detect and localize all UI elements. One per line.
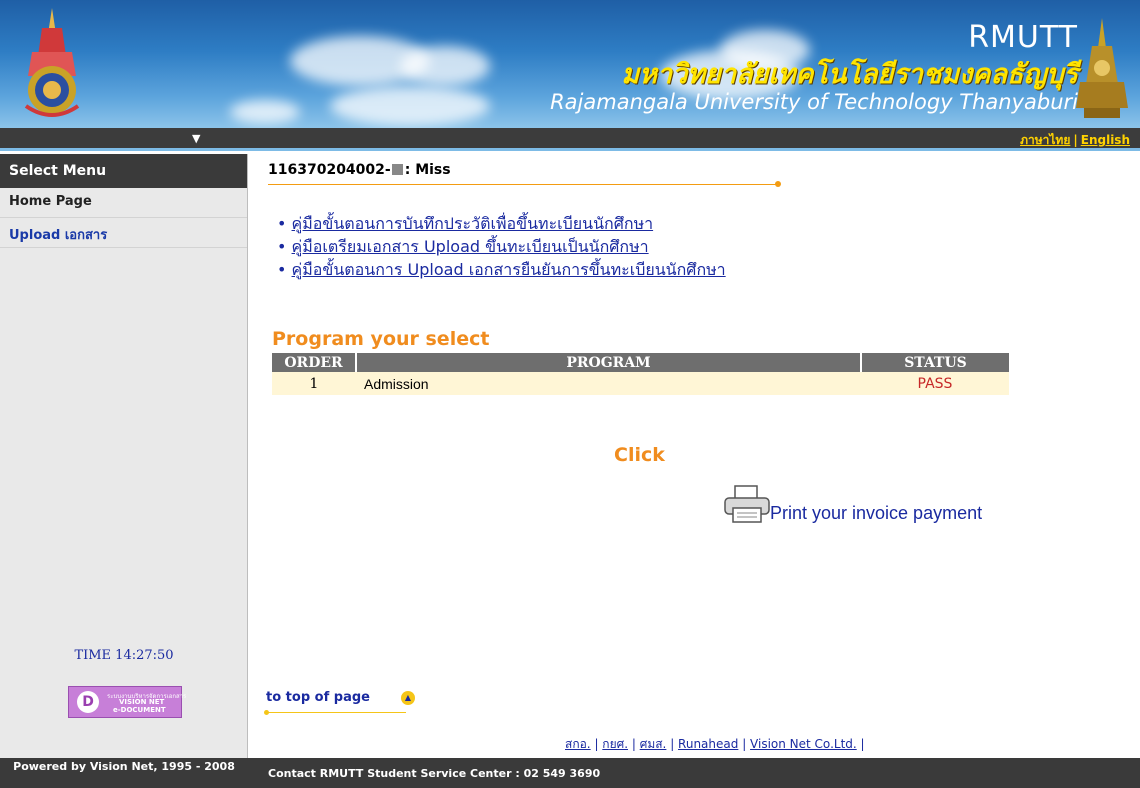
lang-separator: | xyxy=(1073,133,1078,147)
vision-net-badge[interactable]: D ระบบงานบริหารจัดการเอกสาร VISION NET e… xyxy=(68,686,186,718)
badge-line2: VISION NET xyxy=(119,698,165,706)
redacted-block xyxy=(391,164,403,175)
footer-links: สกอ. | กยศ. | ศมส. | Runahead | Vision N… xyxy=(565,737,865,751)
print-invoice-link[interactable]: Print your invoice payment xyxy=(770,503,982,524)
divider-dot xyxy=(775,181,781,187)
student-header: 116370204002- : Miss xyxy=(268,162,451,178)
program-section-title: Program your select xyxy=(272,328,490,350)
sidebar-item-upload[interactable]: Upload เอกสาร xyxy=(0,218,247,248)
footer-link-visionnet[interactable]: Vision Net Co.Ltd. xyxy=(750,737,857,751)
badge-letter: D xyxy=(77,691,99,713)
printer-icon[interactable] xyxy=(722,484,772,524)
list-item: คู่มือเตรียมเอกสาร Upload ขึ้นทะเบียนเป็… xyxy=(277,235,726,258)
sidebar: Select Menu Home Page Upload เอกสาร TIME… xyxy=(0,154,248,758)
university-emblem-icon xyxy=(24,8,80,117)
manual-link-registration[interactable]: คู่มือขั้นตอนการบันทึกประวัติเพื่อขึ้นทะ… xyxy=(292,214,654,233)
to-top-dot xyxy=(264,710,269,715)
column-header-order: ORDER xyxy=(272,353,357,372)
footer-link-runahead[interactable]: Runahead xyxy=(678,737,738,751)
lang-thai-link[interactable]: ภาษาไทย xyxy=(1020,133,1070,147)
university-english-name: Rajamangala University of Technology Tha… xyxy=(550,90,1078,114)
program-table: ORDER PROGRAM STATUS 1 Admission PASS xyxy=(272,353,1009,395)
sidebar-title: Select Menu xyxy=(0,154,247,188)
top-nav-bar: ▼ ภาษาไทย | English xyxy=(0,128,1140,151)
list-item: คู่มือขั้นตอนการบันทึกประวัติเพื่อขึ้นทะ… xyxy=(277,212,726,235)
to-top-link[interactable]: to top of page xyxy=(266,690,370,705)
university-thai-name: มหาวิทยาลัยเทคโนโลยีราชมงคลธัญบุรี xyxy=(621,59,1078,90)
footer-link-oheo[interactable]: สกอ. xyxy=(565,737,591,751)
column-header-program: PROGRAM xyxy=(356,353,862,372)
student-title: : Miss xyxy=(404,162,451,178)
sidebar-item-home[interactable]: Home Page xyxy=(0,188,247,218)
cloud-decoration xyxy=(330,86,490,126)
dropdown-arrow-icon[interactable]: ▼ xyxy=(192,132,200,145)
footer-link-slf[interactable]: กยศ. xyxy=(602,737,628,751)
click-label: Click xyxy=(614,444,665,466)
manual-links-list: คู่มือขั้นตอนการบันทึกประวัติเพื่อขึ้นทะ… xyxy=(277,212,726,281)
crown-emblem-icon xyxy=(1076,18,1128,118)
powered-by-text: Powered by Vision Net, 1995 - 2008 xyxy=(13,760,235,773)
university-acronym: RMUTT xyxy=(968,20,1078,55)
cloud-decoration xyxy=(230,100,300,124)
badge-line3: e-DOCUMENT xyxy=(113,706,166,714)
column-header-status: STATUS xyxy=(861,353,1009,372)
cell-order: 1 xyxy=(272,372,356,395)
lang-english-link[interactable]: English xyxy=(1081,133,1130,147)
language-switcher: ภาษาไทย | English xyxy=(1020,131,1130,150)
footer-link-smr[interactable]: ศมส. xyxy=(640,737,667,751)
student-id: 116370204002- xyxy=(268,162,391,178)
cell-program: Admission xyxy=(356,372,861,395)
arrow-up-icon[interactable]: ▲ xyxy=(401,691,415,705)
cloud-decoration xyxy=(400,46,490,86)
footer-bar: Powered by Vision Net, 1995 - 2008 Conta… xyxy=(0,758,1140,788)
to-top-underline xyxy=(266,712,406,713)
list-item: คู่มือขั้นตอนการ Upload เอกสารยืนยันการข… xyxy=(277,258,726,281)
table-row: 1 Admission PASS xyxy=(272,372,1009,395)
manual-link-prepare-upload[interactable]: คู่มือเตรียมเอกสาร Upload ขึ้นทะเบียนเป็… xyxy=(292,237,649,256)
clock-time: TIME 14:27:50 xyxy=(74,648,174,663)
header-banner: RMUTT มหาวิทยาลัยเทคโนโลยีราชมงคลธัญบุรี… xyxy=(0,0,1140,128)
contact-text: Contact RMUTT Student Service Center : 0… xyxy=(268,767,601,780)
cell-status: PASS xyxy=(861,372,1009,395)
table-header-row: ORDER PROGRAM STATUS xyxy=(272,353,1009,372)
manual-link-upload-steps[interactable]: คู่มือขั้นตอนการ Upload เอกสารยืนยันการข… xyxy=(292,260,726,279)
divider-line xyxy=(268,184,778,185)
